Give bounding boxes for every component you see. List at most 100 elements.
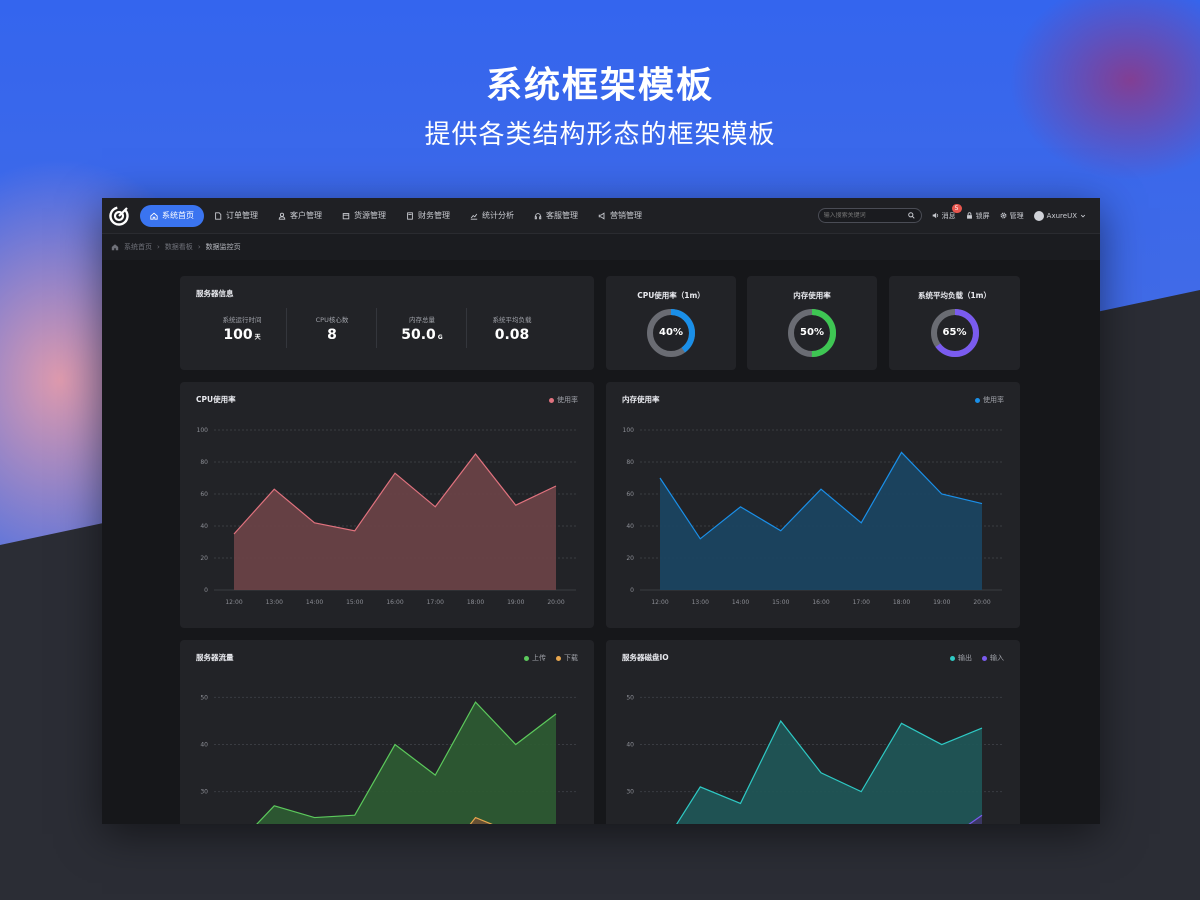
- chart-legend: 输出 输入: [950, 653, 1004, 663]
- y-tick-label: 100: [623, 427, 635, 434]
- nav-item-2[interactable]: 订单管理: [204, 205, 268, 227]
- gauge-card-cpu: CPU使用率（1m） 40%: [606, 276, 736, 370]
- megaphone-icon: [598, 211, 605, 220]
- stat-unit: 天: [254, 334, 261, 341]
- headset-icon: [534, 212, 542, 219]
- y-tick-label: 0: [630, 587, 634, 594]
- nav-item-label: 客服管理: [546, 211, 578, 220]
- home-icon: [150, 212, 158, 220]
- manage-label: 管理: [1009, 211, 1024, 220]
- hero-title: 系统框架模板: [485, 65, 714, 106]
- y-tick-label: 40: [200, 742, 208, 749]
- user-menu[interactable]: AxureUX: [1033, 210, 1086, 221]
- nav-item-6[interactable]: 统计分析: [460, 205, 524, 227]
- legend-item[interactable]: 输入: [982, 653, 1004, 663]
- messages-badge: 5: [951, 203, 962, 213]
- y-tick-label: 80: [626, 459, 634, 466]
- app-logo-icon[interactable]: [108, 205, 130, 227]
- main-nav: 系统首页 订单管理 客户管理 货源管理 财务管理 统计分析 客服管理 营销管理: [140, 198, 652, 233]
- avatar: [1033, 210, 1044, 221]
- gauge-title: 内存使用率: [793, 291, 831, 300]
- chart-plot: 0 20 40 60 80 100 12:00 13:00 14:00 15:00 16:00 17:…: [197, 427, 576, 606]
- server-info-title: 服务器信息: [196, 289, 234, 298]
- gauge-value: 65%: [942, 327, 967, 338]
- legend-item[interactable]: 上传: [524, 653, 546, 663]
- x-tick-label: 18:00: [893, 599, 910, 606]
- nav-item-8[interactable]: 营销管理: [588, 205, 652, 227]
- server-traffic-chart-card: 1020304050服务器流量上传下载: [180, 640, 594, 824]
- stat-value: 0.08: [494, 327, 530, 343]
- gear-icon: [1000, 212, 1007, 219]
- x-tick-label: 13:00: [266, 599, 283, 606]
- breadcrumb-separator-icon: ›: [157, 243, 160, 251]
- series-area: [256, 702, 556, 824]
- chart-legend: 上传 下载: [524, 653, 578, 663]
- legend-item[interactable]: 输出: [950, 653, 972, 663]
- x-tick-label: 14:00: [732, 599, 749, 606]
- memory-usage-chart-card: 0 20 40 60 80 100 12:00 13:00 14:00 15:00 16:00 17:…: [606, 382, 1020, 628]
- nav-item-label: 营销管理: [610, 211, 642, 220]
- gauge-card-load: 系统平均负载（1m） 65%: [889, 276, 1020, 370]
- nav-item-3[interactable]: 客户管理: [268, 205, 332, 227]
- gauge-value: 50%: [800, 327, 824, 338]
- y-tick-label: 100: [197, 427, 209, 434]
- y-tick-label: 40: [626, 742, 634, 749]
- y-tick-label: 20: [626, 555, 634, 562]
- manage-button[interactable]: 管理: [1000, 211, 1024, 221]
- search-box[interactable]: [817, 208, 922, 223]
- nav-item-label: 货源管理: [354, 211, 386, 220]
- stat-value: 8: [327, 327, 337, 343]
- chart-plot: 1020304050: [626, 694, 1002, 824]
- search-input[interactable]: [823, 212, 908, 219]
- legend-label: 下载: [564, 654, 578, 662]
- cpu-usage-chart-card: 0 20 40 60 80 100 12:00 13:00 14:00 15:00 16:00 17:…: [180, 382, 594, 628]
- nav-item-7[interactable]: 客服管理: [524, 205, 588, 227]
- breadcrumb-item-current: 数据监控页: [205, 243, 241, 251]
- series-area: [234, 454, 556, 590]
- gauge-ring: 40%: [644, 306, 698, 360]
- x-tick-label: 14:00: [306, 599, 323, 606]
- legend-dot-icon: [982, 655, 987, 661]
- x-tick-label: 18:00: [467, 599, 484, 606]
- stat-value: 100: [223, 327, 253, 343]
- y-tick-label: 20: [200, 555, 208, 562]
- y-tick-label: 50: [626, 694, 634, 701]
- y-tick-label: 60: [626, 491, 634, 498]
- y-tick-label: 80: [200, 459, 208, 466]
- legend-item[interactable]: 使用率: [975, 395, 1004, 405]
- chart-icon: [470, 213, 478, 220]
- stat-uptime: 系统运行时间 100 天: [202, 314, 282, 343]
- breadcrumb-item-home[interactable]: 系统首页: [124, 242, 152, 252]
- legend-dot-icon: [556, 655, 561, 661]
- nav-item-label: 客户管理: [290, 211, 322, 220]
- chart-title: CPU使用率: [196, 395, 236, 404]
- messages-button[interactable]: 消息 5: [932, 203, 962, 221]
- search-icon[interactable]: [907, 212, 915, 219]
- x-tick-label: 20:00: [547, 599, 564, 606]
- gauge-card-memory: 内存使用率 50%: [747, 276, 877, 370]
- divider: [466, 308, 467, 348]
- lock-icon: [966, 212, 972, 219]
- series-area: [660, 452, 982, 590]
- legend-item[interactable]: 下载: [556, 653, 578, 663]
- y-tick-label: 0: [204, 587, 208, 594]
- legend-label: 使用率: [557, 396, 578, 404]
- nav-item-1[interactable]: 系统首页: [140, 204, 204, 227]
- y-tick-label: 30: [626, 789, 634, 796]
- speaker-icon: [932, 212, 938, 219]
- stat-memory-total: 内存总量 50.0 G: [382, 314, 462, 343]
- nav-item-label: 财务管理: [418, 211, 450, 220]
- x-tick-label: 12:00: [651, 599, 668, 606]
- x-tick-label: 19:00: [933, 599, 950, 606]
- y-tick-label: 40: [626, 523, 634, 530]
- nav-item-4[interactable]: 货源管理: [332, 205, 396, 227]
- lock-screen-button[interactable]: 锁屏: [966, 211, 990, 221]
- x-tick-label: 16:00: [812, 599, 829, 606]
- x-tick-label: 15:00: [772, 599, 789, 606]
- x-tick-label: 19:00: [507, 599, 524, 606]
- breadcrumb: 系统首页 › 数据看板 › 数据监控页: [102, 234, 1100, 260]
- app-window: 系统首页 订单管理 客户管理 货源管理 财务管理 统计分析 客服管理 营销管理 消息 5 锁屏…: [102, 198, 1100, 824]
- breadcrumb-item-dashboard[interactable]: 数据看板: [165, 242, 193, 252]
- legend-item[interactable]: 使用率: [549, 395, 578, 405]
- nav-item-5[interactable]: 财务管理: [396, 205, 460, 227]
